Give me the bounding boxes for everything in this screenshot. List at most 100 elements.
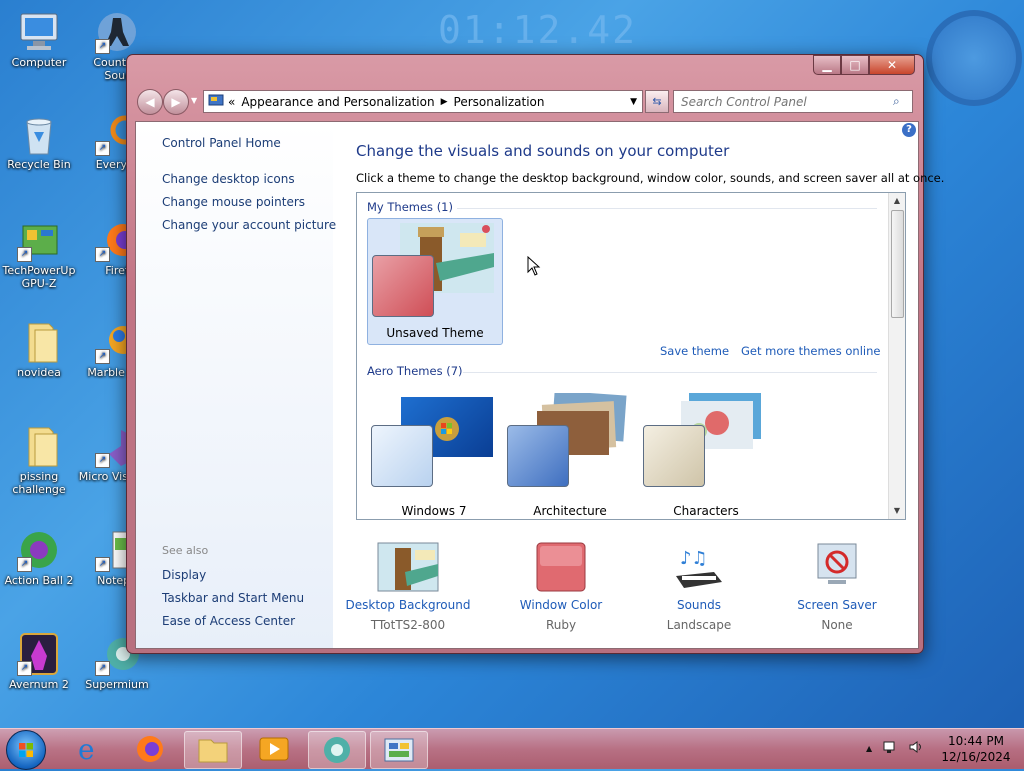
- setting-value: TTotTS2-800: [370, 618, 446, 632]
- breadcrumb-separator-icon[interactable]: ▶: [441, 97, 448, 107]
- taskbar-media-player[interactable]: [246, 731, 302, 767]
- setting-value: Landscape: [666, 618, 732, 632]
- desktop-icon-computer[interactable]: Computer: [0, 10, 78, 69]
- system-clock[interactable]: 10:44 PM 12/16/2024: [936, 733, 1016, 765]
- maximize-button[interactable]: □: [841, 55, 869, 75]
- scrollbar-thumb[interactable]: [891, 210, 904, 318]
- desktop-icon-action-ball[interactable]: ↗ Action Ball 2: [0, 528, 78, 587]
- get-more-themes-link[interactable]: Get more themes online: [741, 344, 880, 358]
- change-mouse-pointers-link[interactable]: Change mouse pointers: [162, 195, 305, 209]
- shortcut-arrow-icon: ↗: [95, 349, 110, 364]
- setting-label[interactable]: Desktop Background: [343, 598, 473, 612]
- screen-saver-setting[interactable]: Screen Saver None: [772, 542, 902, 632]
- ease-of-access-link[interactable]: Ease of Access Center: [162, 614, 295, 628]
- folder-icon: [17, 320, 61, 364]
- change-account-picture-link[interactable]: Change your account picture: [162, 218, 336, 232]
- desktop-icon-gpu-z[interactable]: ↗ TechPowerUp GPU-Z: [0, 218, 78, 290]
- shortcut-arrow-icon: ↗: [95, 247, 110, 262]
- desktop-icon-label: Supermium: [85, 678, 149, 691]
- setting-value: None: [821, 618, 853, 632]
- setting-value: Ruby: [545, 618, 577, 632]
- scroll-down-arrow-icon[interactable]: ▼: [889, 503, 905, 519]
- scroll-up-arrow-icon[interactable]: ▲: [889, 193, 905, 209]
- group-divider: [457, 208, 877, 209]
- address-bar[interactable]: « Appearance and Personalization ▶ Perso…: [203, 90, 643, 113]
- desktop-icon-label: novidea: [17, 366, 61, 379]
- taskbar-explorer[interactable]: [184, 731, 242, 769]
- action-ball-icon: ↗: [17, 528, 61, 572]
- display-link[interactable]: Display: [162, 568, 206, 582]
- desktop-icon-pissing-challenge[interactable]: pissing challenge: [0, 424, 78, 496]
- desktop-background-icon: [377, 542, 439, 592]
- close-button[interactable]: ✕: [869, 55, 915, 75]
- my-themes-heading: My Themes (1): [367, 200, 453, 214]
- clock-time: 10:44 PM: [948, 734, 1004, 748]
- mouse-cursor-icon: [527, 255, 541, 279]
- theme-windows-7[interactable]: Windows 7: [367, 393, 501, 518]
- recent-pages-chevron-icon[interactable]: ▼: [191, 96, 197, 105]
- themes-scrollbar[interactable]: ▲ ▼: [888, 193, 905, 519]
- breadcrumb-appearance[interactable]: Appearance and Personalization: [241, 95, 434, 109]
- folder-icon: [198, 739, 228, 763]
- supermium-icon: [324, 737, 350, 763]
- aero-themes-heading: Aero Themes (7): [367, 364, 463, 378]
- network-icon[interactable]: [882, 739, 898, 759]
- search-icon[interactable]: ⌕: [893, 94, 900, 109]
- setting-label[interactable]: Screen Saver: [772, 598, 902, 612]
- volume-icon[interactable]: [908, 739, 924, 759]
- shortcut-arrow-icon: ↗: [17, 661, 32, 676]
- theme-unsaved[interactable]: Unsaved Theme: [367, 218, 503, 345]
- group-divider: [463, 372, 877, 373]
- window-color-swatch: [371, 425, 433, 487]
- save-theme-link[interactable]: Save theme: [660, 344, 729, 358]
- shortcut-arrow-icon: ↗: [17, 247, 32, 262]
- sounds-icon: ♪♫: [668, 542, 730, 592]
- window-color-swatch: [643, 425, 705, 487]
- refresh-button[interactable]: ⇆: [645, 90, 669, 113]
- setting-label[interactable]: Window Color: [496, 598, 626, 612]
- caption-buttons: ▁ □ ✕: [813, 55, 915, 75]
- sounds-setting[interactable]: ♪♫ Sounds Landscape: [634, 542, 764, 632]
- avernum-icon: ↗: [17, 632, 61, 676]
- wallpaper-circle: [926, 10, 1022, 106]
- personalization-window: ▁ □ ✕ ◀ ▶ ▼ « Appearance and Personaliza…: [126, 54, 944, 654]
- shortcut-arrow-icon: ↗: [95, 453, 110, 468]
- window-color-setting[interactable]: Window Color Ruby: [496, 542, 626, 632]
- desktop-background-setting[interactable]: Desktop Background TTotTS2-800: [343, 542, 473, 632]
- window-client-area: Control Panel Home Change desktop icons …: [135, 121, 944, 649]
- desktop-icon-novidea[interactable]: novidea: [0, 320, 78, 379]
- show-hidden-icons-icon[interactable]: ▲: [866, 739, 872, 759]
- change-desktop-icons-link[interactable]: Change desktop icons: [162, 172, 295, 186]
- navigation-bar: ◀ ▶ ▼ « Appearance and Personalization ▶…: [135, 87, 915, 115]
- control-panel-home-link[interactable]: Control Panel Home: [162, 136, 281, 150]
- start-button[interactable]: [6, 730, 46, 770]
- desktop-icon-avernum[interactable]: ↗ Avernum 2: [0, 632, 78, 691]
- breadcrumb-personalization[interactable]: Personalization: [454, 95, 545, 109]
- taskbar-firefox[interactable]: [122, 731, 178, 767]
- theme-characters[interactable]: Characters: [639, 393, 773, 518]
- desktop-icon-label: Avernum 2: [9, 678, 69, 691]
- recycle-bin-icon: [17, 112, 61, 156]
- taskbar-supermium[interactable]: [308, 731, 366, 769]
- search-input[interactable]: [679, 93, 893, 110]
- shortcut-arrow-icon: ↗: [17, 557, 32, 572]
- window-color-swatch: [372, 255, 434, 317]
- window-color-icon: [530, 542, 592, 592]
- taskbar-start-menu-link[interactable]: Taskbar and Start Menu: [162, 591, 304, 605]
- back-button[interactable]: ◀: [137, 89, 163, 115]
- help-icon[interactable]: ?: [902, 123, 916, 137]
- setting-label[interactable]: Sounds: [634, 598, 764, 612]
- taskbar-control-panel[interactable]: [370, 731, 428, 769]
- theme-architecture[interactable]: Architecture: [503, 390, 637, 518]
- forward-button[interactable]: ▶: [163, 89, 189, 115]
- theme-label: Architecture: [533, 504, 607, 518]
- screen-saver-icon: [806, 542, 868, 592]
- address-root-chevron[interactable]: «: [228, 95, 235, 109]
- desktop-icon-label: TechPowerUp GPU-Z: [2, 264, 76, 290]
- shortcut-arrow-icon: ↗: [95, 557, 110, 572]
- taskbar-internet-explorer[interactable]: e: [62, 731, 118, 767]
- address-dropdown-icon[interactable]: ▼: [630, 97, 637, 107]
- minimize-button[interactable]: ▁: [813, 55, 841, 75]
- desktop-icon-recycle-bin[interactable]: Recycle Bin: [0, 112, 78, 171]
- search-box[interactable]: ⌕: [673, 90, 913, 113]
